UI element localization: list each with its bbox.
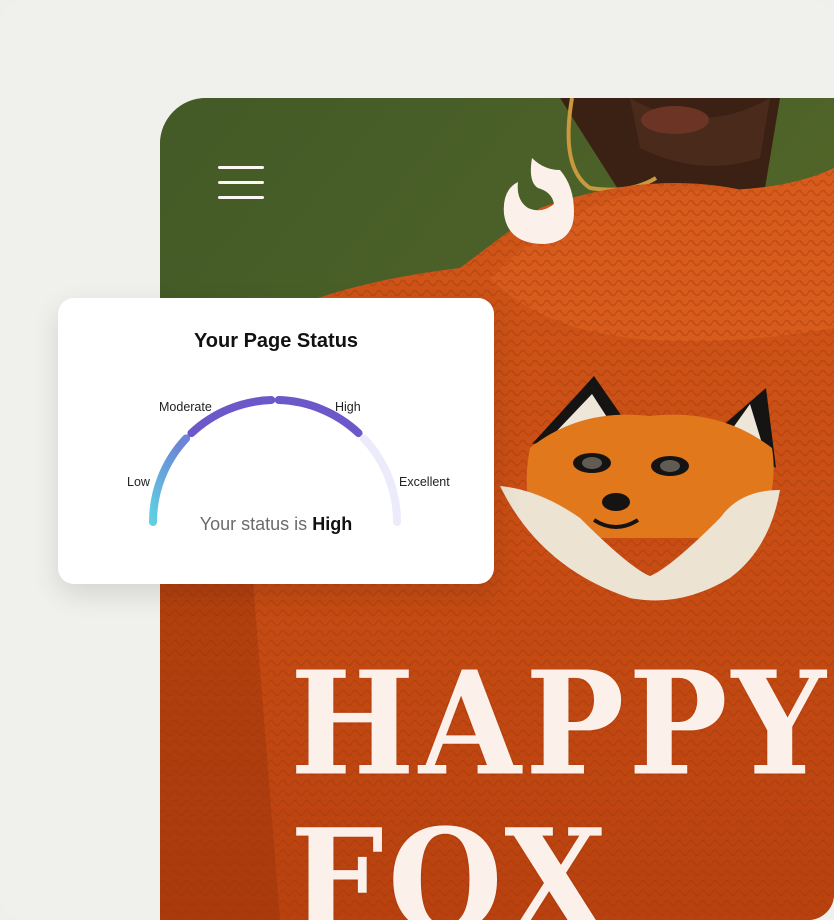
status-gauge bbox=[149, 396, 401, 526]
gauge-label-excellent: Excellent bbox=[399, 475, 450, 489]
status-value: High bbox=[312, 514, 353, 534]
gauge-label-moderate: Moderate bbox=[159, 400, 212, 414]
page-status-card: Your Page Status Low Moderate High Excel… bbox=[58, 298, 494, 584]
gauge-label-low: Low bbox=[127, 475, 150, 489]
gauge-segment-low bbox=[149, 434, 191, 526]
hamburger-menu-icon[interactable] bbox=[218, 164, 266, 202]
status-prefix: Your status is bbox=[199, 514, 308, 534]
gauge-segment-excellent bbox=[359, 434, 401, 526]
gauge-label-high: High bbox=[335, 400, 361, 414]
hero-headline: HAPPY FOX bbox=[290, 640, 830, 920]
fox-flame-logo-icon[interactable] bbox=[498, 154, 578, 250]
canvas-background: HAPPY FOX Your Page Status Low Moderate … bbox=[0, 0, 834, 920]
status-summary: Your status is High bbox=[58, 514, 494, 535]
